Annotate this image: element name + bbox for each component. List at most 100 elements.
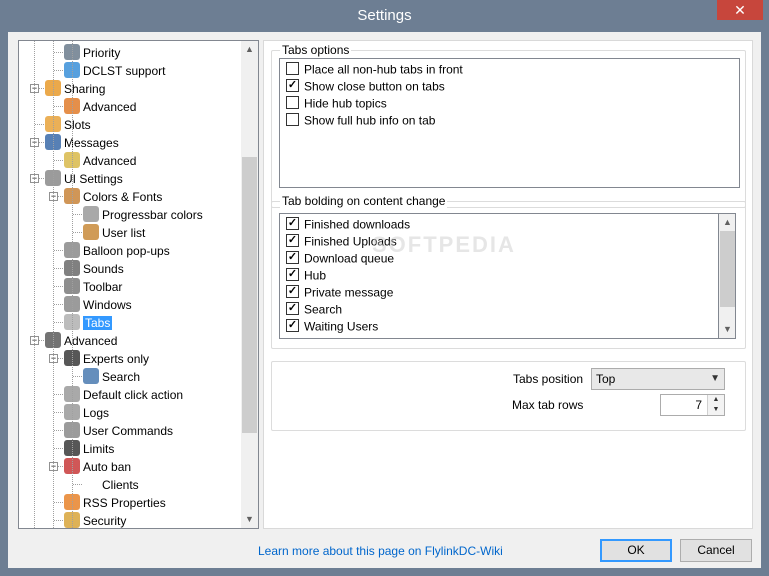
bolding-scroll-thumb[interactable]	[720, 231, 735, 307]
tree-item-label: Tabs	[83, 315, 113, 330]
tree-item-label: RSS Properties	[83, 495, 166, 510]
tree-guide-line	[34, 41, 35, 528]
max-tab-rows-spinner[interactable]: 7 ▲ ▼	[660, 394, 725, 416]
tree-item[interactable]: Advanced	[64, 151, 136, 169]
tree-item[interactable]: Slots	[45, 115, 91, 133]
checkbox-checked-icon[interactable]: ✓	[286, 302, 299, 316]
scroll-thumb[interactable]	[242, 157, 257, 433]
bolding-scroll-up-icon[interactable]: ▲	[719, 214, 736, 231]
tree-connector	[54, 304, 63, 305]
tree-connector	[54, 430, 63, 431]
checkbox-checked-icon[interactable]: ✓	[286, 251, 299, 265]
search-icon	[83, 367, 99, 384]
dialog-client-area: Priority DCLST support Sharing − Advanced Slo…	[8, 32, 761, 568]
tree-item[interactable]: Clients	[83, 475, 139, 493]
tabs-position-label: Tabs position	[513, 372, 584, 386]
tree-scrollbar[interactable]: ▲ ▼	[241, 41, 258, 528]
tree-item-label: Clients	[102, 477, 139, 492]
chevron-down-icon: ▼	[710, 373, 720, 384]
checkbox-item[interactable]: ✓ Hub	[286, 267, 326, 284]
tree-connector	[54, 520, 63, 521]
checkbox-checked-icon[interactable]: ✓	[286, 217, 299, 231]
tree-connector	[54, 322, 63, 323]
tree-item[interactable]: User list	[83, 223, 145, 241]
tree-item[interactable]: Colors & Fonts	[64, 187, 162, 205]
checkbox-label: Private message	[304, 285, 394, 300]
tree-connector	[35, 124, 44, 125]
spin-down-icon[interactable]: ▼	[708, 405, 724, 415]
tree-item-label: User list	[102, 225, 146, 240]
tree-item[interactable]: Windows	[64, 295, 132, 313]
tree-item-label: Slots	[64, 117, 91, 132]
cancel-button[interactable]: Cancel	[680, 539, 752, 562]
tree-item[interactable]: Auto ban	[64, 457, 131, 475]
checkbox-item[interactable]: Hide hub topics	[286, 95, 387, 112]
checkbox-item[interactable]: ✓ Show close button on tabs	[286, 78, 445, 95]
tree-item-label: Sharing	[64, 81, 106, 96]
tabs-settings-panel: Tabs options Place all non-hub tabs in f…	[263, 40, 753, 529]
tree-item[interactable]: Advanced	[64, 97, 136, 115]
checkbox-checked-icon[interactable]: ✓	[286, 285, 299, 299]
tree-item-label: Logs	[83, 405, 110, 420]
tree-item-label: DCLST support	[83, 63, 166, 78]
title-bar[interactable]: Settings ✕	[0, 0, 769, 32]
checkbox-item[interactable]: ✓ Private message	[286, 284, 393, 301]
tree-connector	[54, 52, 63, 53]
checkbox-checked-icon[interactable]: ✓	[286, 268, 299, 282]
tree-item-label: Auto ban	[83, 459, 132, 474]
tree-items-container: Priority DCLST support Sharing − Advanced Slo…	[19, 41, 241, 528]
tabs-position-select[interactable]: Top ▼	[591, 368, 725, 390]
close-button[interactable]: ✕	[717, 0, 763, 20]
softpedia-watermark: SOFTPEDIA	[372, 232, 516, 257]
checkbox-item[interactable]: Show full hub info on tab	[286, 112, 435, 129]
tree-connector	[54, 250, 63, 251]
settings-tree[interactable]: Priority DCLST support Sharing − Advanced Slo…	[18, 40, 259, 529]
checkbox-item[interactable]: Place all non-hub tabs in front	[286, 61, 463, 78]
tree-connector	[73, 484, 82, 485]
checkbox-label: Place all non-hub tabs in front	[304, 62, 463, 77]
checkbox-unchecked-icon[interactable]	[286, 62, 299, 76]
tree-item-label: User Commands	[83, 423, 174, 438]
bolding-scrollbar[interactable]: ▲ ▼	[719, 213, 736, 339]
wiki-link[interactable]: Learn more about this page on FlylinkDC-…	[258, 544, 503, 558]
tree-item[interactable]: User Commands	[64, 421, 173, 439]
checkbox-unchecked-icon[interactable]	[286, 96, 299, 110]
spinner-buttons: ▲ ▼	[707, 395, 724, 415]
tree-item[interactable]: Sharing	[45, 79, 105, 97]
checkbox-checked-icon[interactable]: ✓	[286, 234, 299, 248]
checkbox-item[interactable]: ✓ Finished downloads	[286, 216, 410, 233]
checkbox-item[interactable]: ✓ Waiting Users	[286, 318, 378, 335]
user-list-icon	[83, 223, 99, 240]
tree-item[interactable]: Search	[83, 367, 140, 385]
tree-connector	[54, 160, 63, 161]
tree-item[interactable]: UI Settings	[45, 169, 123, 187]
tree-item[interactable]: Progressbar colors	[83, 205, 203, 223]
bolding-scroll-down-icon[interactable]: ▼	[719, 321, 736, 338]
checkbox-item[interactable]: ✓ Search	[286, 301, 342, 318]
tree-item[interactable]: DCLST support	[64, 61, 165, 79]
checkbox-unchecked-icon[interactable]	[286, 113, 299, 127]
spin-up-icon[interactable]: ▲	[708, 395, 724, 405]
tree-item[interactable]: Logs	[64, 403, 109, 421]
ok-button[interactable]: OK	[600, 539, 672, 562]
tabs-options-group: Tabs options Place all non-hub tabs in f…	[271, 43, 746, 208]
checkbox-label: Hub	[304, 268, 327, 283]
tree-item[interactable]: Default click action	[64, 385, 183, 403]
tree-item[interactable]: Security	[64, 511, 126, 528]
max-tab-rows-value: 7	[695, 398, 702, 412]
checkbox-checked-icon[interactable]: ✓	[286, 79, 299, 93]
scroll-up-arrow-icon[interactable]: ▲	[241, 41, 258, 58]
tree-item[interactable]: Messages	[45, 133, 119, 151]
checkbox-label: Finished downloads	[304, 217, 411, 232]
tree-item[interactable]: RSS Properties	[64, 493, 166, 511]
tree-connector	[54, 268, 63, 269]
tabs-options-title: Tabs options	[280, 43, 352, 57]
checkbox-checked-icon[interactable]: ✓	[286, 319, 299, 333]
tree-connector	[73, 376, 82, 377]
tree-item[interactable]: Experts only	[64, 349, 149, 367]
scroll-down-arrow-icon[interactable]: ▼	[241, 511, 258, 528]
tab-bolding-group: Tab bolding on content change ✓ Finished …	[271, 194, 746, 349]
tree-guide-line	[53, 41, 54, 528]
tree-item[interactable]: Advanced	[45, 331, 117, 349]
tree-item[interactable]: Balloon pop-ups	[64, 241, 170, 259]
